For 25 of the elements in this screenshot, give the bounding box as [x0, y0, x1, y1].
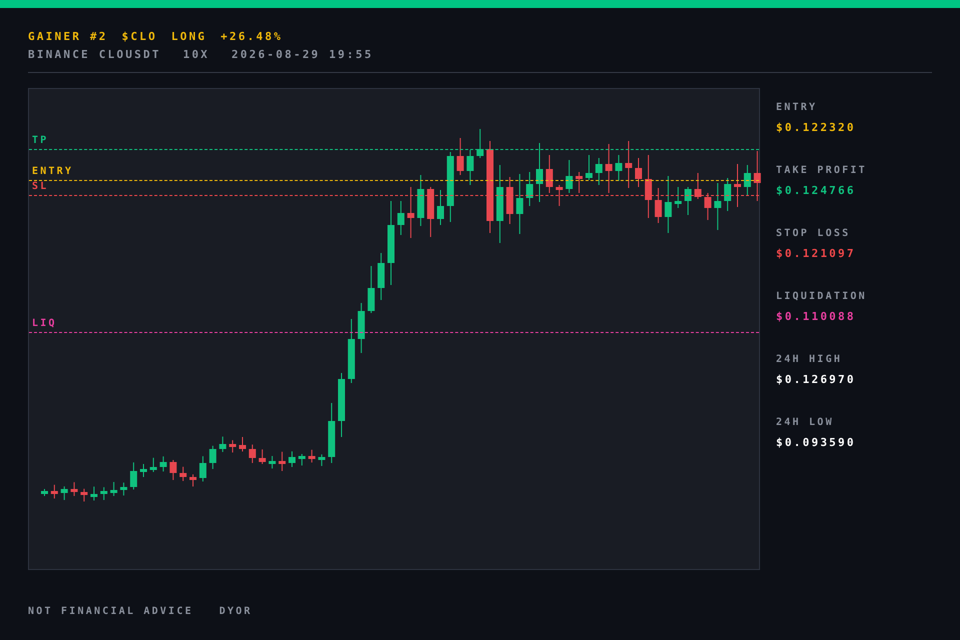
- stat-value: $0.110088: [776, 310, 857, 323]
- stat-value: $0.121097: [776, 247, 857, 260]
- header-title-text: $CLO: [122, 30, 158, 44]
- header-meta-text: BINANCE CLOUSDT: [28, 48, 161, 62]
- footer-text: NOT FINANCIAL ADVICE: [28, 605, 194, 619]
- stat-value: $0.124766: [776, 184, 857, 197]
- stat-label: TAKE PROFIT: [776, 164, 867, 177]
- header-meta-text: 2026-08-29 19:55: [232, 48, 374, 62]
- header-title-text: GAINER #2: [28, 30, 108, 44]
- stat-label: LIQUIDATION: [776, 290, 867, 303]
- level-label: TP: [32, 135, 49, 147]
- header-meta-text: 10X: [182, 48, 210, 62]
- stat-label: STOP LOSS: [776, 227, 852, 240]
- level-label: LIQ: [32, 318, 57, 330]
- level-label: SL: [32, 181, 49, 193]
- level-label: ENTRY: [32, 166, 74, 178]
- stat-value: $0.093590: [776, 436, 857, 449]
- footer-text: DYOR: [219, 605, 252, 619]
- stat-label: 24H HIGH: [776, 353, 844, 366]
- stat-value: $0.122320: [776, 121, 857, 134]
- header-title-text: LONG: [171, 30, 207, 44]
- header-title-text: +26.48%: [220, 30, 283, 44]
- stat-label: 24H LOW: [776, 416, 835, 429]
- stat-value: $0.126970: [776, 373, 857, 386]
- stat-label: ENTRY: [776, 101, 818, 114]
